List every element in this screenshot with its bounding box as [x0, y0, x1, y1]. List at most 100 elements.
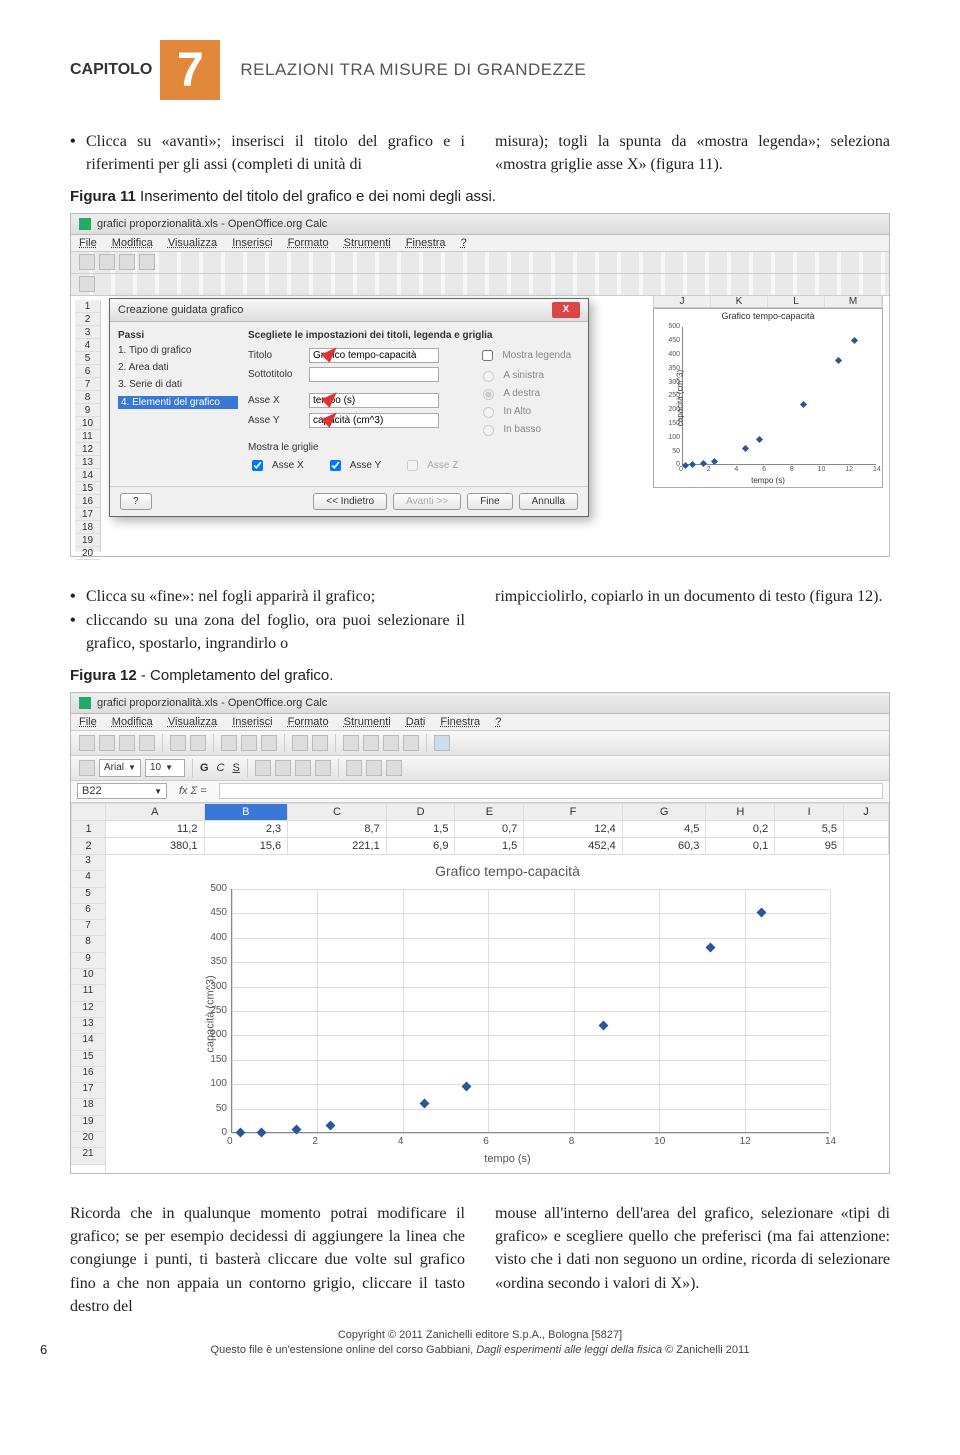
corner-cell[interactable] — [72, 803, 106, 820]
row-header[interactable]: 13 — [71, 1018, 105, 1034]
toolbar-icon[interactable] — [343, 735, 359, 751]
menu-strumenti[interactable]: Strumenti — [344, 716, 391, 728]
toolbar-icon[interactable] — [119, 254, 135, 270]
bold-button[interactable]: G — [200, 762, 209, 774]
fx-label[interactable]: fx Σ = — [173, 785, 213, 797]
cell[interactable]: 0,2 — [706, 820, 775, 837]
cell[interactable]: 8,7 — [288, 820, 387, 837]
align-center-icon[interactable] — [275, 760, 291, 776]
formula-input[interactable] — [219, 783, 883, 799]
row-header[interactable]: 17 — [71, 1083, 105, 1099]
row-header[interactable]: 4 — [71, 871, 105, 887]
row-header[interactable]: 21 — [71, 1148, 105, 1164]
toolbar-icon[interactable] — [383, 735, 399, 751]
step-3[interactable]: 3. Serie di dati — [118, 379, 238, 390]
row-header[interactable]: 11 — [71, 985, 105, 1001]
step-2[interactable]: 2. Area dati — [118, 362, 238, 373]
cell[interactable]: 5,5 — [775, 820, 844, 837]
row-header[interactable]: 20 — [71, 1132, 105, 1148]
toolbar-icon[interactable] — [119, 735, 135, 751]
cell[interactable]: 221,1 — [288, 837, 387, 854]
align-left-icon[interactable] — [255, 760, 271, 776]
cell[interactable]: 1,5 — [455, 837, 524, 854]
toolbar-icon[interactable] — [292, 735, 308, 751]
menu-strumenti[interactable]: Strumenti — [344, 237, 391, 249]
column-header[interactable]: E — [455, 803, 524, 820]
menu-help[interactable]: ? — [495, 716, 501, 728]
align-right-icon[interactable] — [295, 760, 311, 776]
cell-name-box[interactable]: B22 ▼ — [77, 783, 167, 799]
menu-formato[interactable]: Formato — [288, 237, 329, 249]
cell[interactable]: 60,3 — [622, 837, 706, 854]
step-1[interactable]: 1. Tipo di grafico — [118, 345, 238, 356]
cell[interactable]: 15,6 — [204, 837, 288, 854]
toolbar-icon[interactable] — [139, 254, 155, 270]
toolbar-icon[interactable] — [363, 735, 379, 751]
toolbar-icon[interactable] — [312, 735, 328, 751]
row-header[interactable]: 8 — [71, 936, 105, 952]
menu-finestra[interactable]: Finestra — [406, 237, 446, 249]
cancel-button[interactable]: Annulla — [519, 493, 578, 510]
row-header[interactable]: 15 — [71, 1051, 105, 1067]
back-button[interactable]: << Indietro — [313, 493, 387, 510]
cell[interactable]: 452,4 — [524, 837, 623, 854]
step-4[interactable]: 4. Elementi del grafico — [118, 396, 238, 409]
toolbar-icon[interactable] — [261, 735, 277, 751]
menu-dati[interactable]: Dati — [406, 716, 426, 728]
underline-button[interactable]: S — [232, 762, 239, 774]
cell[interactable]: 12,4 — [524, 820, 623, 837]
toolbar-icon[interactable] — [221, 735, 237, 751]
cell[interactable]: 380,1 — [106, 837, 205, 854]
toolbar-icon[interactable] — [99, 254, 115, 270]
row-header[interactable]: 12 — [71, 1002, 105, 1018]
cell[interactable]: 0,7 — [455, 820, 524, 837]
row-header[interactable]: 7 — [71, 920, 105, 936]
cell[interactable] — [843, 837, 888, 854]
menu-visualizza[interactable]: Visualizza — [168, 716, 217, 728]
row-header[interactable]: 6 — [71, 904, 105, 920]
toolbar-icon[interactable] — [386, 760, 402, 776]
cell[interactable]: 95 — [775, 837, 844, 854]
close-button[interactable]: X — [552, 302, 580, 318]
cell[interactable]: 6,9 — [386, 837, 455, 854]
cell[interactable]: 4,5 — [622, 820, 706, 837]
menu-file[interactable]: File — [79, 237, 97, 249]
checkbox-assey[interactable] — [330, 460, 341, 471]
column-header[interactable]: I — [775, 803, 844, 820]
menu-help[interactable]: ? — [461, 237, 467, 249]
row-header[interactable]: 18 — [71, 1099, 105, 1115]
row-header[interactable]: 16 — [71, 1067, 105, 1083]
help-icon[interactable] — [434, 735, 450, 751]
align-justify-icon[interactable] — [315, 760, 331, 776]
font-name-combo[interactable]: Arial▼ — [99, 759, 141, 777]
checkbox-assex[interactable] — [252, 460, 263, 471]
menu-modifica[interactable]: Modifica — [112, 716, 153, 728]
row-header[interactable]: 19 — [71, 1116, 105, 1132]
toolbar-icon[interactable] — [403, 735, 419, 751]
row-header[interactable]: 14 — [71, 1034, 105, 1050]
menu-inserisci[interactable]: Inserisci — [232, 237, 272, 249]
toolbar-icon[interactable] — [139, 735, 155, 751]
toolbar-icon[interactable] — [99, 735, 115, 751]
embedded-chart[interactable]: Grafico tempo-capacità capacità (cm^3) t… — [166, 859, 849, 1169]
row-header[interactable]: 3 — [71, 855, 105, 871]
cell[interactable]: 2,3 — [204, 820, 288, 837]
toolbar-icon[interactable] — [79, 735, 95, 751]
column-header[interactable]: C — [288, 803, 387, 820]
row-header[interactable]: 10 — [71, 969, 105, 985]
row-header[interactable]: 9 — [71, 953, 105, 969]
toolbar-icon[interactable] — [79, 276, 95, 292]
menu-inserisci[interactable]: Inserisci — [232, 716, 272, 728]
column-header[interactable]: A — [106, 803, 205, 820]
toolbar-icon[interactable] — [170, 735, 186, 751]
finish-button[interactable]: Fine — [467, 493, 512, 510]
menu-file[interactable]: File — [79, 716, 97, 728]
column-header[interactable]: B — [204, 803, 288, 820]
toolbar-icon[interactable] — [79, 254, 95, 270]
menu-finestra[interactable]: Finestra — [440, 716, 480, 728]
menu-visualizza[interactable]: Visualizza — [168, 237, 217, 249]
column-header[interactable]: F — [524, 803, 623, 820]
cell[interactable]: 0,1 — [706, 837, 775, 854]
toolbar-icon[interactable] — [346, 760, 362, 776]
toolbar-icon[interactable] — [366, 760, 382, 776]
